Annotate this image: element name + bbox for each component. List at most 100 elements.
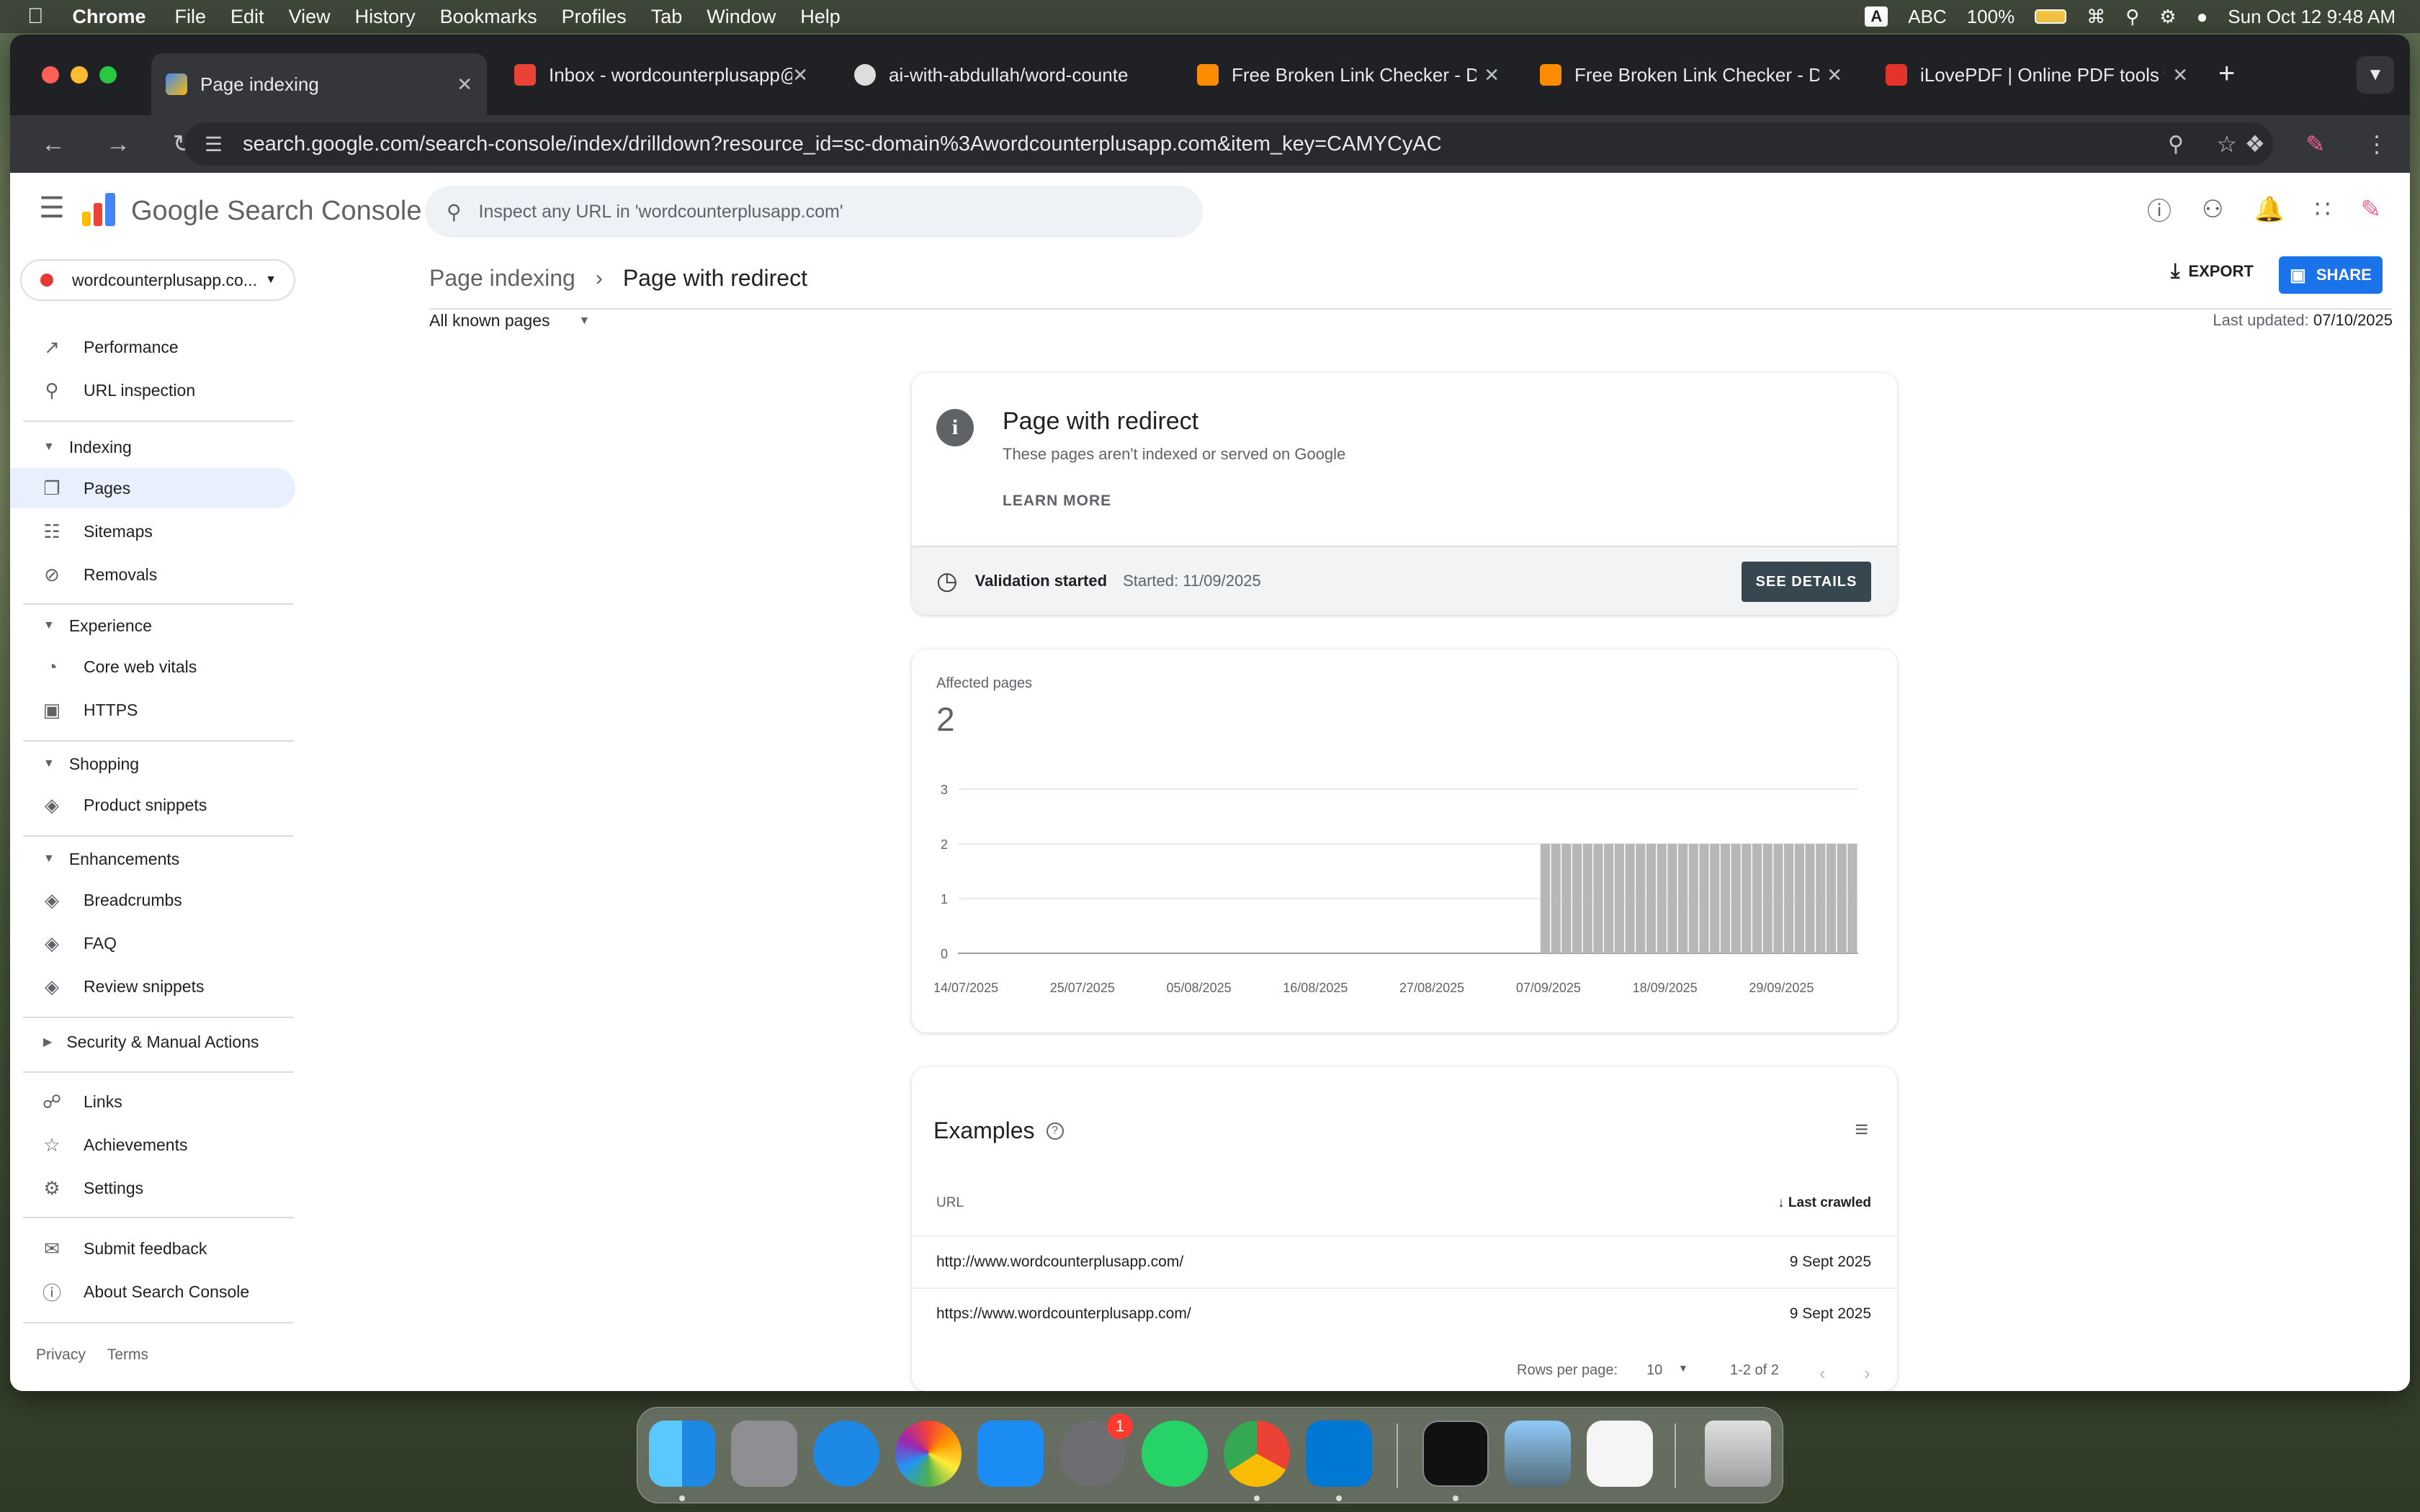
whatsapp-icon[interactable] [1142, 1421, 1208, 1487]
close-tab-icon[interactable]: ✕ [2172, 64, 2188, 86]
menubar-clock[interactable]: Sun Oct 12 9:48 AM [2228, 6, 2396, 28]
table-row[interactable]: https://www.wordcounterplusapp.com/ 9 Se… [912, 1287, 1897, 1339]
sidebar-item-faq[interactable]: ◈ FAQ [10, 923, 295, 963]
sidebar-item-performance[interactable]: ↗ Performance [10, 327, 295, 367]
battery-icon[interactable] [2035, 9, 2067, 24]
sidebar-item-https[interactable]: ▣ HTTPS [10, 690, 295, 730]
sidebar-item-pages[interactable]: ❐ Pages [10, 468, 295, 508]
launchpad-icon[interactable] [731, 1421, 797, 1487]
spotlight-icon[interactable]: ⚲ [2125, 6, 2139, 28]
bookmark-star-icon[interactable]: ☆ [2216, 130, 2237, 158]
battery-percent[interactable]: 100% [1967, 6, 2015, 28]
column-last-crawled[interactable]: ↓ Last crawled [1778, 1195, 1871, 1211]
property-selector[interactable]: wordcounterplusapp.co... ▼ [20, 259, 295, 301]
sidebar-item-submit-feedback[interactable]: ✉ Submit feedback [10, 1228, 295, 1269]
input-source-badge[interactable]: A [1865, 6, 1888, 27]
account-avatar-icon[interactable]: ✎ [2361, 195, 2382, 224]
help-icon[interactable]: ? [1046, 1122, 1064, 1140]
wifi-icon[interactable]: ⌘ [2087, 6, 2105, 28]
sidebar-item-breadcrumbs[interactable]: ◈ Breadcrumbs [10, 880, 295, 920]
forward-icon[interactable]: → [97, 130, 140, 158]
siri-icon[interactable]: ● [2197, 6, 2208, 28]
trash-icon[interactable] [1705, 1421, 1771, 1487]
site-info-icon[interactable]: ☰ [205, 132, 223, 156]
rows-per-page-select[interactable]: 10 [1646, 1362, 1662, 1379]
close-tab-icon[interactable]: ✕ [457, 73, 472, 96]
safari-icon[interactable] [813, 1421, 879, 1487]
new-tab-icon[interactable]: + [2218, 58, 2235, 90]
menu-history[interactable]: History [355, 6, 416, 28]
sidebar-item-review-snippets[interactable]: ◈ Review snippets [10, 966, 295, 1007]
extensions-icon[interactable]: ❖ [2245, 130, 2266, 158]
finder-icon[interactable] [649, 1421, 715, 1487]
row-url[interactable]: http://www.wordcounterplusapp.com/ [936, 1254, 1183, 1271]
sidebar-section-enhancements[interactable]: ▼ Enhancements [10, 841, 295, 877]
menu-file[interactable]: File [175, 6, 207, 28]
close-tab-icon[interactable]: ✕ [1484, 64, 1500, 86]
close-tab-icon[interactable]: ✕ [792, 64, 808, 86]
menu-bookmarks[interactable]: Bookmarks [440, 6, 537, 28]
back-icon[interactable]: ← [32, 130, 75, 158]
menu-help[interactable]: Help [800, 6, 841, 28]
sidebar-item-core-web-vitals[interactable]: ◔ Core web vitals [10, 647, 295, 687]
filter-list-icon[interactable]: ≡ [1855, 1116, 1868, 1143]
prev-page-icon[interactable]: ‹ [1819, 1362, 1826, 1385]
zoom-window-button[interactable] [99, 66, 117, 84]
row-url[interactable]: https://www.wordcounterplusapp.com/ [936, 1305, 1191, 1323]
known-pages-filter[interactable]: All known pages ▼ [429, 311, 590, 330]
tab-ilovepdf[interactable]: iLovePDF | Online PDF tools fo ✕ [1871, 53, 2202, 96]
address-bar[interactable]: ☰ search.google.com/search-console/index… [184, 122, 2273, 166]
sidebar-section-shopping[interactable]: ▼ Shopping [10, 746, 295, 782]
sidebar-item-sitemaps[interactable]: ☷ Sitemaps [10, 511, 295, 552]
sidebar-item-about[interactable]: ⓘ About Search Console [10, 1272, 295, 1312]
see-details-button[interactable]: SEE DETAILS [1742, 562, 1871, 602]
table-row[interactable]: http://www.wordcounterplusapp.com/ 9 Sep… [912, 1236, 1897, 1287]
tab-github[interactable]: ai-with-abdullah/word-counte [840, 53, 1162, 96]
sidebar-section-security[interactable]: ▶ Security & Manual Actions [10, 1024, 295, 1060]
sidebar-item-removals[interactable]: ⊘ Removals [10, 554, 295, 595]
menu-tab[interactable]: Tab [651, 6, 683, 28]
hamburger-menu-icon[interactable]: ☰ [39, 192, 65, 225]
url-inspect-search[interactable]: ⚲ Inspect any URL in 'wordcounterplusapp… [425, 186, 1203, 238]
next-page-icon[interactable]: › [1864, 1362, 1870, 1385]
terms-link[interactable]: Terms [107, 1346, 148, 1364]
sidebar-item-url-inspection[interactable]: ⚲ URL inspection [10, 370, 295, 410]
textedit-icon[interactable] [1587, 1421, 1653, 1487]
tab-search-icon[interactable]: ▼ [2357, 56, 2394, 94]
preview-icon[interactable] [1505, 1421, 1571, 1487]
menu-window[interactable]: Window [707, 6, 776, 28]
chrome-icon[interactable] [1224, 1421, 1290, 1487]
sidebar-item-settings[interactable]: ⚙ Settings [10, 1168, 295, 1208]
export-button[interactable]: ⤓ EXPORT [2171, 259, 2254, 283]
sidebar-item-links[interactable]: ☍ Links [10, 1081, 295, 1122]
menu-app-name[interactable]: Chrome [73, 6, 146, 28]
menu-view[interactable]: View [289, 6, 331, 28]
manage-users-icon[interactable]: ⚇ [2202, 195, 2223, 224]
privacy-link[interactable]: Privacy [36, 1346, 86, 1364]
sidebar-section-indexing[interactable]: ▼ Indexing [10, 429, 295, 465]
tab-broken-link-checker-2[interactable]: Free Broken Link Checker - D ✕ [1525, 53, 1857, 96]
tab-broken-link-checker-1[interactable]: Free Broken Link Checker - D ✕ [1183, 53, 1514, 96]
sidebar-item-product-snippets[interactable]: ◈ Product snippets [10, 785, 295, 825]
app-store-icon[interactable] [977, 1421, 1044, 1487]
close-window-button[interactable] [42, 66, 59, 84]
caret-down-icon[interactable]: ▼ [1678, 1362, 1688, 1374]
profile-avatar-icon[interactable]: ✎ [2305, 130, 2325, 158]
notifications-bell-icon[interactable]: 🔔 [2254, 195, 2285, 224]
zoom-icon[interactable]: ⚲ [2168, 132, 2184, 157]
google-apps-icon[interactable]: ∷ [2315, 195, 2331, 224]
tab-page-indexing[interactable]: Page indexing ✕ [151, 53, 487, 115]
input-source-label[interactable]: ABC [1908, 6, 1946, 28]
system-settings-icon[interactable]: 1 [1059, 1413, 1133, 1487]
sidebar-item-achievements[interactable]: ☆ Achievements [10, 1125, 295, 1165]
chrome-menu-icon[interactable]: ⋮ [2365, 130, 2388, 158]
learn-more-link[interactable]: LEARN MORE [1003, 492, 1111, 510]
sidebar-section-experience[interactable]: ▼ Experience [10, 608, 295, 644]
share-button[interactable]: ▣ SHARE [2279, 256, 2383, 294]
column-url[interactable]: URL [936, 1195, 964, 1211]
help-icon[interactable]: ⓘ [2147, 192, 2172, 227]
terminal-icon[interactable] [1422, 1421, 1489, 1487]
breadcrumb-root[interactable]: Page indexing [429, 265, 575, 292]
tab-gmail[interactable]: Inbox - wordcounterplusapp@ ✕ [500, 53, 823, 96]
menu-edit[interactable]: Edit [230, 6, 264, 28]
